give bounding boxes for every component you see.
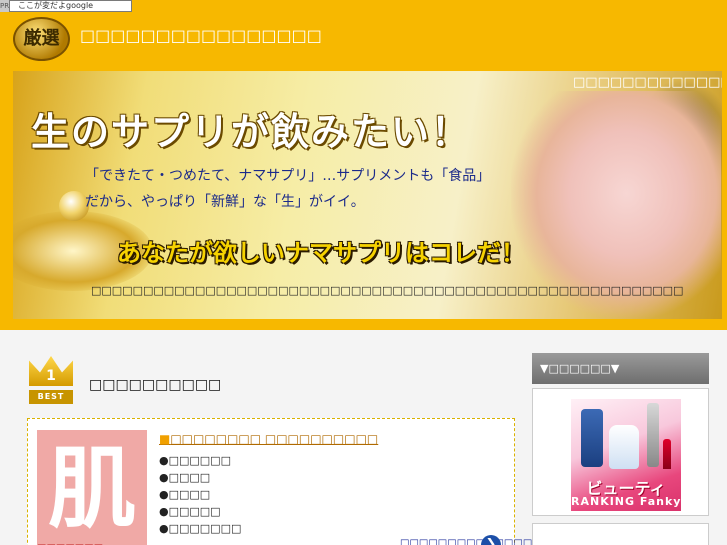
perfume-bottle-icon bbox=[609, 425, 639, 469]
banner-cta: あなたが欲しいナマサプリはコレだ！ bbox=[117, 238, 525, 267]
feature-item: ●□□□□□□ bbox=[159, 454, 231, 467]
pr-tag: PR bbox=[0, 0, 10, 12]
banner-caption: □□□□□□□□□□□□□□□□ bbox=[573, 75, 722, 90]
site-title[interactable]: □□□□□□□□□□□□□□□□ bbox=[80, 26, 322, 45]
search-input[interactable]: ここが変だよgoogle bbox=[9, 0, 132, 12]
feature-item: ●□□□□ bbox=[159, 471, 211, 484]
banner-headline: 生のサプリが飲みたい！ bbox=[31, 109, 472, 154]
sidebar-heading: ▼□□□□□□▼ bbox=[532, 353, 709, 384]
lipstick-icon bbox=[663, 439, 671, 469]
banner-tagline-2: だから、やっぱり「新鮮」な「生」がイイ。 bbox=[85, 194, 365, 210]
thumbnail-glyph: 肌 bbox=[47, 436, 136, 540]
site-header: PR ここが変だよgoogle 厳選 □□□□□□□□□□□□□□□□ □□□□… bbox=[0, 0, 727, 330]
crown-best-label: BEST bbox=[29, 390, 73, 404]
feature-list: ●□□□□□□ ●□□□□ ●□□□□ ●□□□□□ ●□□□□□□□ bbox=[159, 452, 241, 537]
product-thumbnail[interactable]: 肌 bbox=[37, 430, 147, 545]
cosmetic-bottle-icon bbox=[581, 409, 603, 467]
feature-item: ●□□□□□□□ bbox=[159, 522, 242, 535]
beauty-ranking-banner[interactable]: ビューティ RANKING Fanky bbox=[571, 399, 681, 511]
banner-description: □□□□□□□□□□□□□□□□□□□□□□□□□□□□□□□□□□□□□□□□… bbox=[91, 284, 684, 297]
banner-tagline-1: 「できたて・つめたて、ナマサプリ」…サプリメントも「食品」 bbox=[85, 168, 491, 184]
product-details-link[interactable]: □□□□□□□□□□□□□□ bbox=[400, 538, 532, 545]
section-title: □□□□□□□□□□ bbox=[89, 377, 222, 393]
sidebar: ▼□□□□□□▼ ビューティ RANKING Fanky bbox=[532, 353, 709, 545]
feature-item: ●□□□□ bbox=[159, 488, 211, 501]
product-name-link[interactable]: □□□□□□□□ □□□□□□□□□□ bbox=[159, 432, 378, 446]
ranking-section: 1 BEST □□□□□□□□□□ 肌 ■ □□□□□□ □□ □□□□□□ □□□… bbox=[27, 353, 532, 545]
product-card: 肌 ■□□□□□□ □□□□□□□□ □□□□□□□□□□ ●□□□□□□ ●□… bbox=[27, 418, 532, 545]
ad-subtitle: RANKING Fanky bbox=[571, 495, 681, 508]
feature-item: ●□□□□□ bbox=[159, 505, 221, 518]
arrow-right-icon[interactable]: ❯ bbox=[481, 535, 501, 545]
crown-best-icon: 1 BEST bbox=[27, 356, 75, 406]
cosmetic-tube-icon bbox=[647, 403, 659, 467]
site-logo[interactable]: 厳選 bbox=[13, 17, 70, 61]
logo-text: 厳選 bbox=[23, 28, 60, 49]
crown-rank-number: 1 bbox=[46, 368, 56, 384]
sidebar-box-2 bbox=[532, 523, 709, 545]
hero-banner: □□□□□□□□□□□□□□□□ 生のサプリが飲みたい！ 「できたて・つめたて、… bbox=[13, 71, 722, 319]
sidebar-ad-box: ビューティ RANKING Fanky bbox=[532, 388, 709, 516]
